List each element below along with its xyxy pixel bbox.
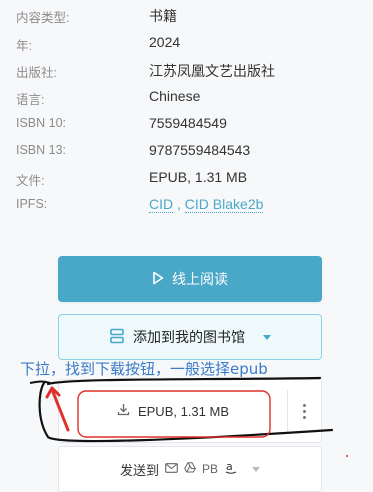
annotation-dot xyxy=(346,455,348,457)
chevron-down-icon[interactable] xyxy=(263,334,271,340)
ipfs-cid-link[interactable]: CID xyxy=(149,196,174,213)
add-to-library-button[interactable]: 添加到我的图书馆 xyxy=(58,314,322,360)
detail-row-file: 文件: EPUB, 1.31 MB xyxy=(16,169,363,192)
dot-icon xyxy=(303,403,306,407)
detail-label: ISBN 13: xyxy=(16,143,67,157)
detail-value: 7559484549 xyxy=(149,115,227,131)
play-icon xyxy=(152,271,164,288)
detail-row-ipfs: IPFS: CID , CID Blake2b xyxy=(16,196,363,219)
annotation-hint: 下拉，找到下载按钮，一般选择epub xyxy=(20,360,268,378)
pocketbook-label: PB xyxy=(202,462,219,476)
download-epub-button[interactable]: EPUB, 1.31 MB xyxy=(59,380,287,442)
bookshelf-icon xyxy=(109,328,125,347)
download-label: EPUB, 1.31 MB xyxy=(137,403,230,419)
annotation-stroke xyxy=(29,380,51,384)
dot-icon xyxy=(303,409,306,413)
detail-value: EPUB, 1.31 MB xyxy=(149,169,248,185)
amazon-icon: a xyxy=(224,460,238,478)
detail-value: 2024 xyxy=(149,34,181,50)
detail-row-isbn13: ISBN 13: 9787559484543 xyxy=(16,142,363,165)
detail-label: IPFS: xyxy=(16,197,48,211)
send-to-button[interactable]: 发送到 PB a xyxy=(58,446,322,492)
detail-row-publisher: 出版社: 江苏凤凰文艺出版社 xyxy=(16,62,363,84)
ipfs-cid-blake2b-link[interactable]: CID Blake2b xyxy=(184,196,264,213)
drive-icon xyxy=(184,462,196,476)
detail-label: 出版社: xyxy=(16,66,57,80)
detail-row-year: 年: 2024 xyxy=(16,34,363,57)
send-to-label: 发送到 xyxy=(119,462,159,478)
detail-value: 9787559484543 xyxy=(149,142,251,158)
ipfs-links: CID , CID Blake2b xyxy=(149,196,264,213)
detail-value: 书籍 xyxy=(149,8,177,24)
detail-row-content-type: 内容类型: 书籍 xyxy=(16,7,363,29)
svg-text:a: a xyxy=(226,461,233,473)
detail-row-isbn10: ISBN 10: 7559484549 xyxy=(16,115,363,138)
download-group: EPUB, 1.31 MB xyxy=(58,379,322,443)
detail-label: 文件: xyxy=(16,174,45,188)
detail-label: 年: xyxy=(16,39,32,53)
add-to-library-label: 添加到我的图书馆 xyxy=(133,329,245,345)
read-online-label: 线上阅读 xyxy=(172,271,228,287)
chevron-down-icon xyxy=(252,466,261,472)
ipfs-separator: , xyxy=(177,196,181,212)
more-options-button[interactable] xyxy=(288,380,321,442)
detail-label: 内容类型: xyxy=(16,11,70,25)
detail-row-language: 语言: Chinese xyxy=(16,88,363,111)
detail-value: 江苏凤凰文艺出版社 xyxy=(149,63,275,79)
mail-icon xyxy=(165,462,178,476)
detail-label: ISBN 10: xyxy=(16,116,67,130)
detail-value: Chinese xyxy=(149,88,201,104)
dot-icon xyxy=(303,415,306,419)
download-icon xyxy=(117,403,130,419)
read-online-button[interactable]: 线上阅读 xyxy=(58,256,322,302)
detail-label: 语言: xyxy=(16,93,45,107)
